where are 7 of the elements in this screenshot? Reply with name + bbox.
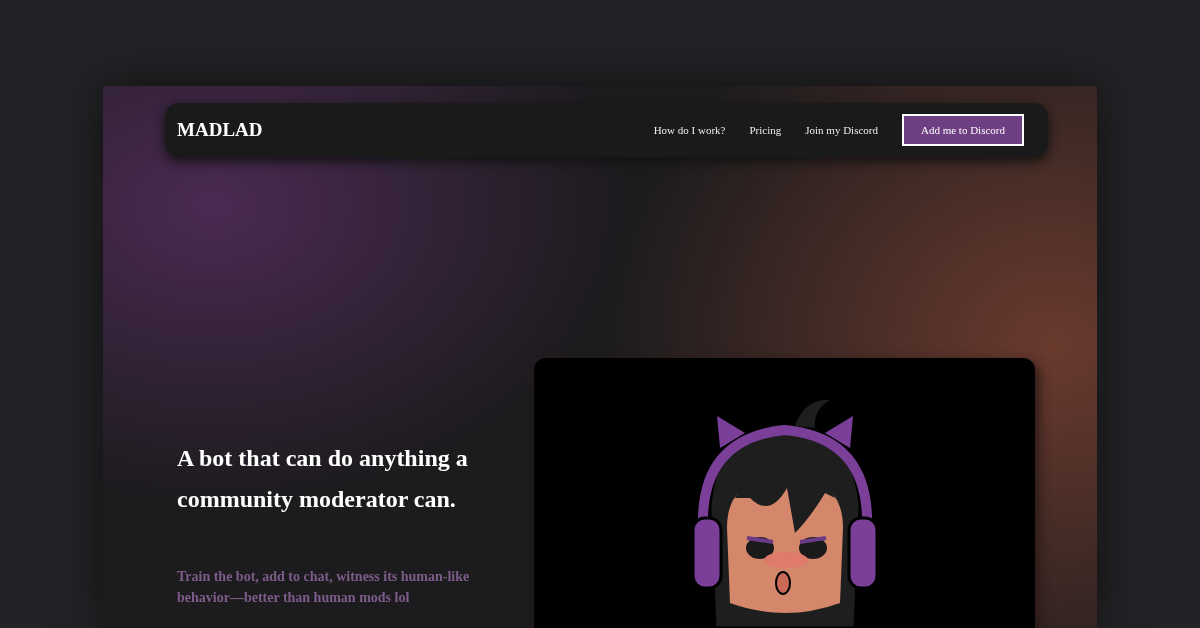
nav-link[interactable]: How do I work?	[653, 124, 726, 136]
nav-link[interactable]: Join my Discord	[805, 124, 878, 136]
hero-headline: A bot that can do anything a community moderator can.	[177, 444, 469, 514]
brand-logo[interactable]: MADLAD	[177, 119, 263, 141]
hero-subtitle: Train the bot, add to chat, witness its human-like behavior—better than human mods lol	[177, 568, 471, 607]
nav-link[interactable]: Pricing	[749, 124, 782, 136]
add-to-discord-button[interactable]: Add me to Discord	[902, 114, 1024, 146]
